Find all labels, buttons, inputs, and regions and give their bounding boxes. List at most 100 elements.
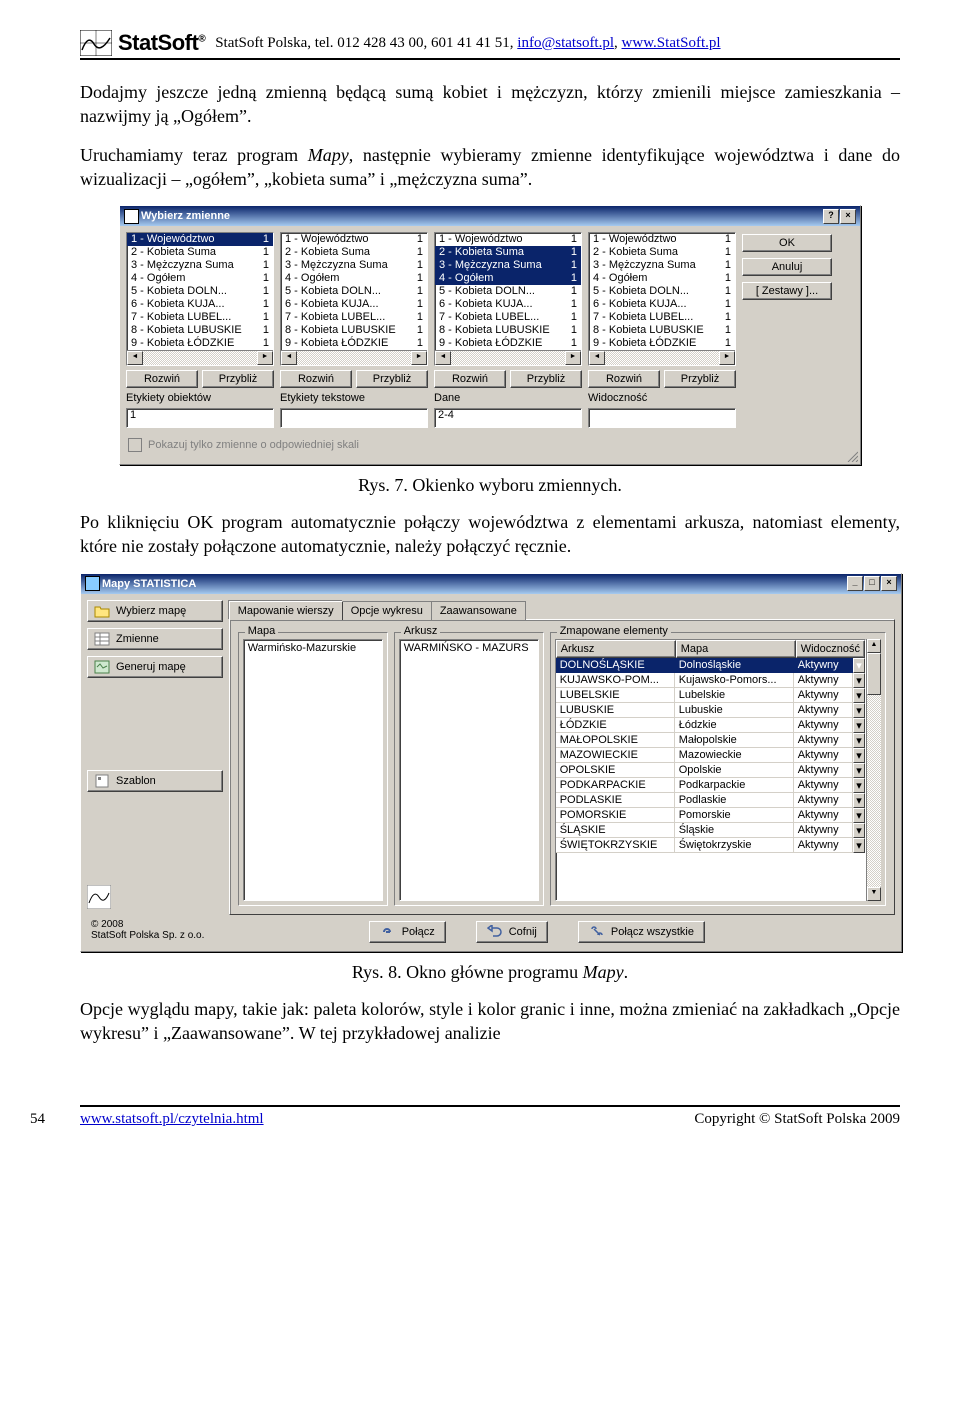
scroll-left-icon[interactable]: ◄: [435, 351, 451, 365]
scroll-right-icon[interactable]: ►: [411, 351, 427, 365]
list-item[interactable]: 1 - Województwo1: [281, 233, 427, 246]
list-item[interactable]: 4 - Ogółem1: [589, 272, 735, 285]
list-item[interactable]: 6 - Kobieta KUJA...1: [589, 298, 735, 311]
table-row[interactable]: MAŁOPOLSKIEMałopolskieAktywny▾: [556, 733, 865, 748]
dropdown-arrow-icon[interactable]: ▾: [853, 658, 865, 673]
scroll-right-icon[interactable]: ►: [257, 351, 273, 365]
table-row[interactable]: OPOLSKIEOpolskieAktywny▾: [556, 763, 865, 778]
list-item[interactable]: 7 - Kobieta LUBEL...1: [435, 311, 581, 324]
list-item[interactable]: 1 - Województwo1: [589, 233, 735, 246]
dropdown-arrow-icon[interactable]: ▾: [853, 688, 865, 703]
table-row[interactable]: PODLASKIEPodlaskieAktywny▾: [556, 793, 865, 808]
connect-all-button[interactable]: Połącz wszystkie: [578, 921, 705, 943]
table-row[interactable]: LUBELSKIELubelskieAktywny▾: [556, 688, 865, 703]
close-button[interactable]: ×: [881, 576, 897, 591]
scroll-up-icon[interactable]: ▲: [867, 639, 881, 653]
variable-listbox[interactable]: 1 - Województwo12 - Kobieta Suma13 - Męż…: [588, 232, 736, 366]
expand-button[interactable]: Rozwiń: [588, 370, 660, 388]
dropdown-arrow-icon[interactable]: ▾: [853, 718, 865, 733]
list-item[interactable]: 5 - Kobieta DOLN...1: [435, 285, 581, 298]
ok-button[interactable]: OK: [742, 234, 832, 252]
table-row[interactable]: KUJAWSKO-POM...Kujawsko-Pomors...Aktywny…: [556, 673, 865, 688]
sets-button[interactable]: [ Zestawy ]...: [742, 282, 832, 300]
list-item[interactable]: 2 - Kobieta Suma1: [435, 246, 581, 259]
table-row[interactable]: POMORSKIEPomorskieAktywny▾: [556, 808, 865, 823]
dropdown-arrow-icon[interactable]: ▾: [853, 703, 865, 718]
col-mapa[interactable]: Mapa: [676, 640, 796, 658]
list-item[interactable]: 6 - Kobieta KUJA...1: [281, 298, 427, 311]
dropdown-arrow-icon[interactable]: ▾: [853, 808, 865, 823]
website-link[interactable]: www.StatSoft.pl: [622, 35, 721, 51]
email-link[interactable]: info@statsoft.pl: [517, 35, 614, 51]
cancel-button[interactable]: Anuluj: [742, 258, 832, 276]
expand-button[interactable]: Rozwiń: [280, 370, 352, 388]
maximize-button[interactable]: □: [864, 576, 880, 591]
list-item[interactable]: 9 - Kobieta ŁÓDZKIE1: [589, 337, 735, 350]
variables-button[interactable]: Zmienne: [87, 628, 223, 650]
resize-grip-icon[interactable]: [846, 450, 858, 462]
list-item[interactable]: 9 - Kobieta ŁÓDZKIE1: [435, 337, 581, 350]
sheet-list-item[interactable]: WARMIŃSKO - MAZURS: [400, 640, 538, 656]
vertical-scrollbar[interactable]: ▲ ▼: [866, 639, 881, 901]
horizontal-scrollbar[interactable]: ◄►: [435, 350, 581, 365]
zoom-button[interactable]: Przybliż: [664, 370, 736, 388]
list-item[interactable]: 7 - Kobieta LUBEL...1: [589, 311, 735, 324]
close-button[interactable]: ×: [840, 209, 856, 224]
connect-button[interactable]: Połącz: [369, 921, 446, 943]
horizontal-scrollbar[interactable]: ◄►: [127, 350, 273, 365]
variable-listbox[interactable]: 1 - Województwo12 - Kobieta Suma13 - Męż…: [280, 232, 428, 366]
list-item[interactable]: 8 - Kobieta LUBUSKIE1: [435, 324, 581, 337]
scroll-left-icon[interactable]: ◄: [127, 351, 143, 365]
variable-listbox[interactable]: 1 - Województwo12 - Kobieta Suma13 - Męż…: [126, 232, 274, 366]
list-item[interactable]: 1 - Województwo1: [127, 233, 273, 246]
horizontal-scrollbar[interactable]: ◄►: [589, 350, 735, 365]
zoom-button[interactable]: Przybliż: [202, 370, 274, 388]
list-item[interactable]: 1 - Województwo1: [435, 233, 581, 246]
list-item[interactable]: 6 - Kobieta KUJA...1: [127, 298, 273, 311]
dropdown-arrow-icon[interactable]: ▾: [853, 673, 865, 688]
list-item[interactable]: 8 - Kobieta LUBUSKIE1: [589, 324, 735, 337]
scroll-right-icon[interactable]: ►: [565, 351, 581, 365]
list-item[interactable]: 3 - Mężczyzna Suma1: [589, 259, 735, 272]
list-item[interactable]: 7 - Kobieta LUBEL...1: [127, 311, 273, 324]
template-button[interactable]: Szablon: [87, 770, 223, 792]
table-row[interactable]: MAZOWIECKIEMazowieckieAktywny▾: [556, 748, 865, 763]
table-row[interactable]: ŚWIĘTOKRZYSKIEŚwiętokrzyskieAktywny▾: [556, 838, 865, 853]
filter-input[interactable]: 2-4: [434, 408, 582, 428]
table-row[interactable]: ŁÓDZKIEŁódzkieAktywny▾: [556, 718, 865, 733]
list-item[interactable]: 2 - Kobieta Suma1: [589, 246, 735, 259]
filter-input[interactable]: [280, 408, 428, 428]
scroll-right-icon[interactable]: ►: [719, 351, 735, 365]
filter-input[interactable]: 1: [126, 408, 274, 428]
choose-map-button[interactable]: Wybierz mapę: [87, 600, 223, 622]
dropdown-arrow-icon[interactable]: ▾: [853, 823, 865, 838]
col-widocznosc[interactable]: Widoczność: [796, 640, 865, 658]
list-item[interactable]: 7 - Kobieta LUBEL...1: [281, 311, 427, 324]
scroll-left-icon[interactable]: ◄: [589, 351, 605, 365]
dropdown-arrow-icon[interactable]: ▾: [853, 778, 865, 793]
list-item[interactable]: 2 - Kobieta Suma1: [127, 246, 273, 259]
list-item[interactable]: 6 - Kobieta KUJA...1: [435, 298, 581, 311]
dropdown-arrow-icon[interactable]: ▾: [853, 763, 865, 778]
table-row[interactable]: DOLNOŚLĄSKIEDolnośląskieAktywny▾: [556, 658, 865, 673]
list-item[interactable]: 5 - Kobieta DOLN...1: [589, 285, 735, 298]
tab-chart-options[interactable]: Opcje wykresu: [342, 601, 432, 620]
list-item[interactable]: 4 - Ogółem1: [127, 272, 273, 285]
table-row[interactable]: PODKARPACKIEPodkarpackieAktywny▾: [556, 778, 865, 793]
table-row[interactable]: LUBUSKIELubuskieAktywny▾: [556, 703, 865, 718]
list-item[interactable]: 5 - Kobieta DOLN...1: [127, 285, 273, 298]
list-item[interactable]: 9 - Kobieta ŁÓDZKIE1: [281, 337, 427, 350]
table-row[interactable]: ŚLĄSKIEŚląskieAktywny▾: [556, 823, 865, 838]
expand-button[interactable]: Rozwiń: [434, 370, 506, 388]
dropdown-arrow-icon[interactable]: ▾: [853, 733, 865, 748]
list-item[interactable]: 9 - Kobieta ŁÓDZKIE1: [127, 337, 273, 350]
list-item[interactable]: 3 - Mężczyzna Suma1: [281, 259, 427, 272]
list-item[interactable]: 3 - Mężczyzna Suma1: [127, 259, 273, 272]
minimize-button[interactable]: _: [847, 576, 863, 591]
list-item[interactable]: 2 - Kobieta Suma1: [281, 246, 427, 259]
list-item[interactable]: 8 - Kobieta LUBUSKIE1: [127, 324, 273, 337]
help-button[interactable]: ?: [823, 209, 839, 224]
scroll-left-icon[interactable]: ◄: [281, 351, 297, 365]
scale-checkbox[interactable]: [128, 438, 142, 452]
list-item[interactable]: 5 - Kobieta DOLN...1: [281, 285, 427, 298]
